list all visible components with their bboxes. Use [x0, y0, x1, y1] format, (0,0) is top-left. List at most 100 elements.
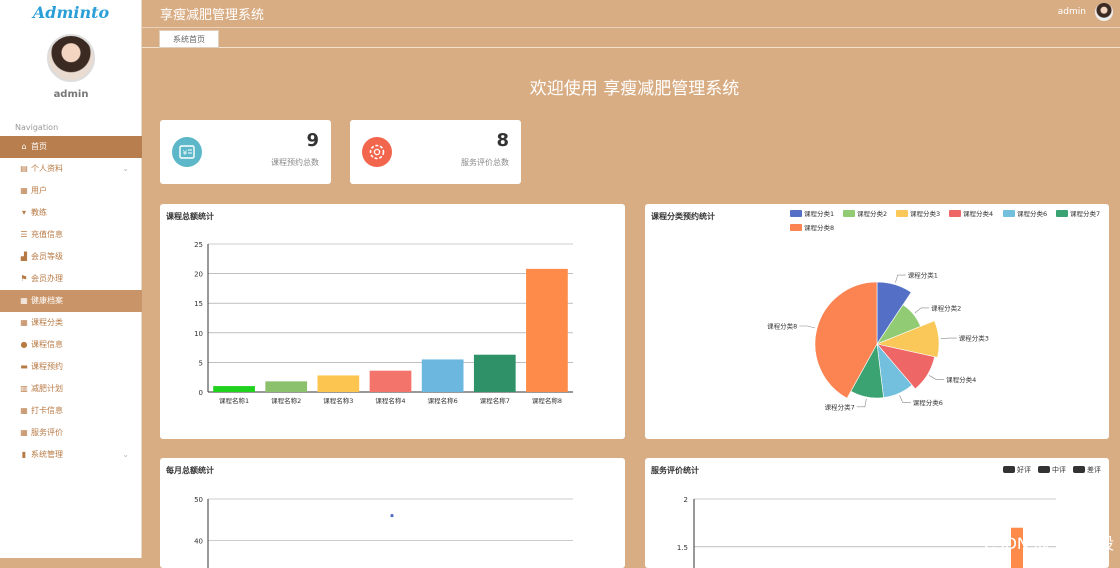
grid-icon: ▦: [19, 312, 29, 334]
legend-swatch: [843, 210, 855, 217]
grid-icon: ▦: [19, 400, 29, 422]
legend-swatch: [790, 210, 802, 217]
flag-icon: ⚑: [19, 268, 29, 290]
bar: [370, 371, 412, 392]
topbar: 享瘦减肥管理系统 admin: [142, 0, 1120, 28]
legend-swatch: [1056, 210, 1068, 217]
category-booking-card: 课程分类预约统计 课程分类1课程分类2课程分类3课程分类4课程分类6课程分类7课…: [645, 204, 1109, 439]
label-line: [799, 326, 815, 328]
sidebar-item[interactable]: ▮系统管理⌄: [0, 444, 142, 466]
sidebar-item-label: 打卡信息: [31, 406, 63, 415]
slice-label: 课程分类1: [908, 271, 938, 280]
sidebar-item-label: 首页: [31, 142, 47, 151]
y-tick-label: 1.5: [677, 544, 688, 552]
tab-home[interactable]: 系统首页: [159, 30, 219, 48]
label-line: [941, 338, 957, 339]
legend-swatch: [949, 210, 961, 217]
tab-bar: 系统首页: [142, 29, 1120, 48]
monthly-total-card: 每月总额统计 4050: [160, 458, 625, 568]
thumb-icon: ▟: [19, 246, 29, 268]
bar: [318, 375, 360, 392]
sidebar-item-label: 会员办理: [31, 274, 63, 283]
y-tick-label: 5: [199, 359, 203, 367]
x-tick-label: 课程名称7: [480, 396, 510, 405]
monthly-line-chart: 4050: [160, 458, 625, 568]
welcome-heading: 欢迎使用 享瘦减肥管理系统: [142, 74, 1120, 99]
stat-label: 课程预约总数: [271, 157, 319, 168]
sidebar-item[interactable]: ⌂首页: [0, 136, 142, 158]
x-tick-label: 课程名称8: [532, 396, 562, 405]
legend-label: 课程分类4: [963, 209, 993, 218]
sidebar-item-label: 充值信息: [31, 230, 63, 239]
legend-swatch: [896, 210, 908, 217]
sidebar-username: admin: [0, 89, 142, 100]
bar-icon: ▥: [19, 378, 29, 400]
stat-value: 9: [306, 130, 319, 151]
profile-icon: ▤: [19, 158, 29, 180]
grid-icon: ▦: [19, 290, 29, 312]
legend-label: 课程分类1: [804, 209, 834, 218]
sidebar-item[interactable]: ⚑会员办理: [0, 268, 142, 290]
avatar[interactable]: [47, 34, 95, 82]
slice-label: 课程分类4: [946, 375, 976, 384]
sidebar-item[interactable]: ▾教练: [0, 202, 142, 224]
legend-label: 课程分类2: [857, 209, 887, 218]
label-line: [929, 375, 944, 379]
bar: [474, 355, 516, 392]
y-tick-label: 20: [194, 271, 203, 279]
app-title: 享瘦减肥管理系统: [160, 4, 264, 23]
sidebar-item-label: 课程分类: [31, 318, 63, 327]
sidebar-item[interactable]: ▬课程预约: [0, 356, 142, 378]
stat-card-evaluations: 8 服务评价总数: [350, 120, 521, 184]
chevron-down-icon: ⌄: [122, 444, 129, 466]
sidebar-item-label: 健康档案: [31, 296, 63, 305]
user-icon: ●: [19, 334, 29, 356]
sidebar-item[interactable]: ▥减肥计划: [0, 378, 142, 400]
bar: [213, 386, 255, 392]
legend-label: 课程分类8: [804, 223, 834, 232]
monitor-icon: ▬: [19, 356, 29, 378]
label-line: [857, 399, 867, 407]
chart-icon: ▮: [19, 444, 29, 466]
sidebar-item[interactable]: ▦打卡信息: [0, 400, 142, 422]
sidebar-nav: ⌂首页▤个人资料⌄▦用户▾教练☰充值信息▟会员等级⚑会员办理▦健康档案▦课程分类…: [0, 136, 142, 466]
data-point: [390, 514, 393, 517]
course-total-card: 课程总额统计 0510152025课程名称1课程名称2课程名称3课程名称4课程名…: [160, 204, 625, 439]
sidebar-item[interactable]: ●课程信息: [0, 334, 142, 356]
sidebar-item-label: 服务评价: [31, 428, 63, 437]
grid-icon: ▦: [19, 422, 29, 444]
slice-label: 课程分类7: [825, 402, 855, 411]
sidebar-item[interactable]: ▤个人资料⌄: [0, 158, 142, 180]
stat-value: 8: [496, 130, 509, 151]
sidebar-item[interactable]: ☰充值信息: [0, 224, 142, 246]
sidebar-item-label: 减肥计划: [31, 384, 63, 393]
slice-label: 课程分类6: [913, 398, 943, 407]
course-total-bar-chart: 0510152025课程名称1课程名称2课程名称3课程名称4课程名称6课程名称7…: [160, 204, 625, 439]
legend-label: 中评: [1052, 465, 1066, 474]
slice-label: 课程分类2: [931, 303, 961, 312]
sidebar-item[interactable]: ▟会员等级: [0, 246, 142, 268]
category-pie-chart: 课程分类1 课程分类2 课程分类3 课程分类4 课程分类6 课程分类7 课程分类8 课程分类1…: [645, 204, 1109, 439]
legend-swatch: [1003, 210, 1015, 217]
slice-label: 课程分类8: [767, 322, 797, 331]
user-menu-name[interactable]: admin: [1058, 7, 1086, 17]
sidebar-item-label: 个人资料: [31, 164, 63, 173]
y-tick-label: 15: [194, 300, 203, 308]
legend-label: 课程分类3: [910, 209, 940, 218]
sidebar-item[interactable]: ▦课程分类: [0, 312, 142, 334]
logo[interactable]: Adminto: [0, 3, 142, 22]
x-tick-label: 课程名称2: [271, 396, 301, 405]
x-tick-label: 课程名称6: [428, 396, 458, 405]
sidebar-item[interactable]: ▦用户: [0, 180, 142, 202]
sidebar-item-label: 会员等级: [31, 252, 63, 261]
sidebar-item[interactable]: ▦健康档案: [0, 290, 142, 312]
stat-card-bookings: ¥ 9 课程预约总数: [160, 120, 331, 184]
bar: [265, 381, 307, 392]
legend-swatch: [790, 224, 802, 231]
sidebar-item[interactable]: ▦服务评价: [0, 422, 142, 444]
sidebar-item-label: 课程预约: [31, 362, 63, 371]
user-avatar[interactable]: [1095, 3, 1113, 21]
stat-label: 服务评价总数: [461, 157, 509, 168]
sidebar: Adminto admin Navigation ⌂首页▤个人资料⌄▦用户▾教练…: [0, 0, 142, 558]
gear-icon: [362, 137, 392, 167]
